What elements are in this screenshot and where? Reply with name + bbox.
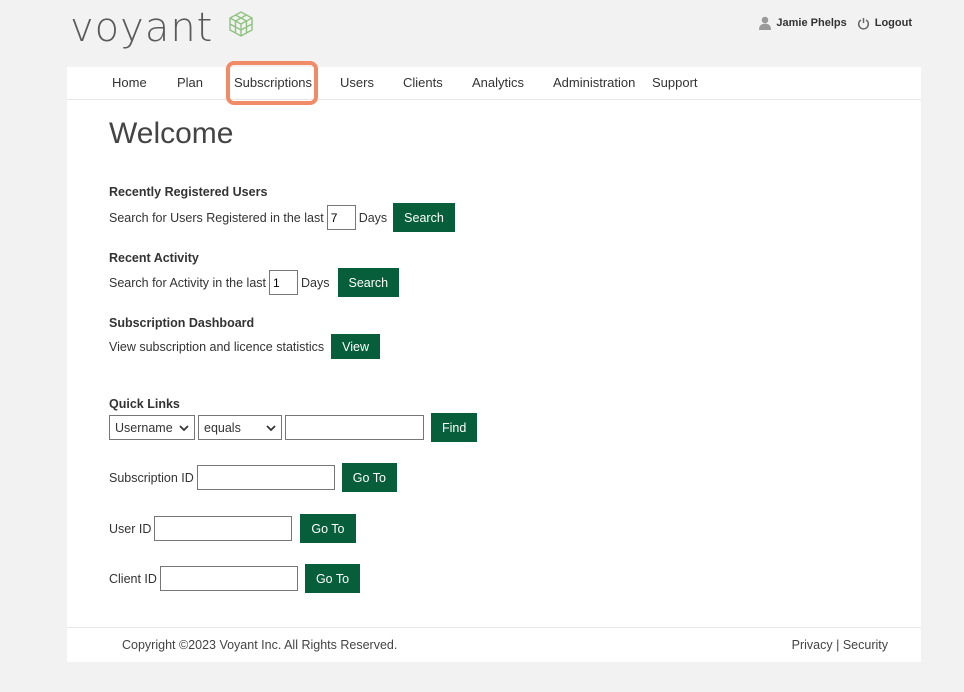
- subscription-id-input[interactable]: [196, 465, 335, 490]
- nav-home[interactable]: Home: [112, 75, 147, 90]
- client-go-to-button[interactable]: Go To: [304, 564, 361, 593]
- nav-plan[interactable]: Plan: [177, 75, 203, 90]
- main-panel: Home Plan Subscriptions Users Clients An…: [67, 61, 921, 662]
- recent-users-text: Search for Users Registered in the last: [109, 210, 324, 225]
- quick-links-heading: Quick Links: [109, 397, 180, 411]
- power-icon[interactable]: [857, 17, 870, 30]
- subscription-go-to-button[interactable]: Go To: [341, 463, 397, 492]
- user-name[interactable]: Jamie Phelps: [776, 17, 846, 29]
- recent-activity-row: Search for Activity in the last Days Sea…: [109, 268, 400, 297]
- logo-text: voyant: [70, 5, 214, 51]
- user-go-to-button[interactable]: Go To: [300, 514, 356, 543]
- operator-select-value: equals: [204, 420, 241, 435]
- user-icon: [759, 16, 772, 30]
- user-id-row: User ID Go To: [109, 514, 356, 543]
- user-id-label: User ID: [109, 521, 152, 536]
- nav-support[interactable]: Support: [652, 75, 698, 90]
- recent-activity-days-input[interactable]: [269, 270, 299, 295]
- client-id-input[interactable]: [159, 566, 298, 591]
- client-id-row: Client ID Go To: [109, 564, 361, 593]
- main-nav: Home Plan Subscriptions Users Clients An…: [67, 61, 921, 105]
- nav-subscriptions[interactable]: Subscriptions: [234, 75, 312, 90]
- recent-activity-text: Search for Activity in the last: [109, 275, 267, 290]
- field-select-value: Username: [115, 420, 173, 435]
- recent-activity-search-button[interactable]: Search: [337, 268, 400, 297]
- quick-link-value-input[interactable]: [285, 415, 424, 440]
- client-id-label: Client ID: [109, 571, 157, 586]
- footer-links: Privacy | Security: [792, 638, 888, 652]
- recent-users-days-input[interactable]: [326, 205, 356, 230]
- header: voyant Jamie Phelps Logout: [0, 0, 964, 66]
- recent-activity-heading: Recent Activity: [109, 251, 199, 265]
- logo[interactable]: voyant: [70, 8, 255, 48]
- dashboard-text: View subscription and licence statistics: [109, 339, 325, 354]
- nav-analytics[interactable]: Analytics: [472, 75, 524, 90]
- nav-users[interactable]: Users: [340, 75, 374, 90]
- page-title: Welcome: [109, 117, 234, 150]
- dashboard-row: View subscription and licence statistics…: [109, 334, 381, 359]
- dashboard-heading: Subscription Dashboard: [109, 316, 255, 330]
- nav-clients[interactable]: Clients: [403, 75, 443, 90]
- field-select[interactable]: Username: [109, 415, 195, 440]
- recent-users-heading: Recently Registered Users: [109, 185, 268, 199]
- logout-link[interactable]: Logout: [875, 17, 912, 29]
- find-button[interactable]: Find: [431, 413, 478, 442]
- subscription-id-row: Subscription ID Go To: [109, 463, 397, 492]
- security-link[interactable]: Security: [843, 638, 888, 652]
- privacy-link[interactable]: Privacy: [792, 638, 833, 652]
- user-bar: Jamie Phelps Logout: [759, 16, 912, 30]
- operator-select[interactable]: equals: [198, 415, 282, 440]
- copyright-text: Copyright ©2023 Voyant Inc. All Rights R…: [122, 638, 398, 652]
- chevron-down-icon: [266, 421, 276, 435]
- quick-links-row: Username equals Find: [109, 413, 478, 442]
- user-id-input[interactable]: [154, 516, 293, 541]
- subscription-id-label: Subscription ID: [109, 470, 194, 485]
- recent-users-days-label: Days: [358, 210, 388, 225]
- recent-activity-days-label: Days: [301, 275, 330, 290]
- recent-users-row: Search for Users Registered in the last …: [109, 203, 455, 232]
- footer-divider: |: [836, 638, 840, 652]
- footer: Copyright ©2023 Voyant Inc. All Rights R…: [67, 627, 921, 662]
- recent-users-search-button[interactable]: Search: [393, 203, 455, 232]
- dashboard-view-button[interactable]: View: [331, 334, 381, 359]
- cube-logo-icon: [227, 10, 255, 43]
- chevron-down-icon: [179, 421, 189, 435]
- nav-administration[interactable]: Administration: [553, 75, 635, 90]
